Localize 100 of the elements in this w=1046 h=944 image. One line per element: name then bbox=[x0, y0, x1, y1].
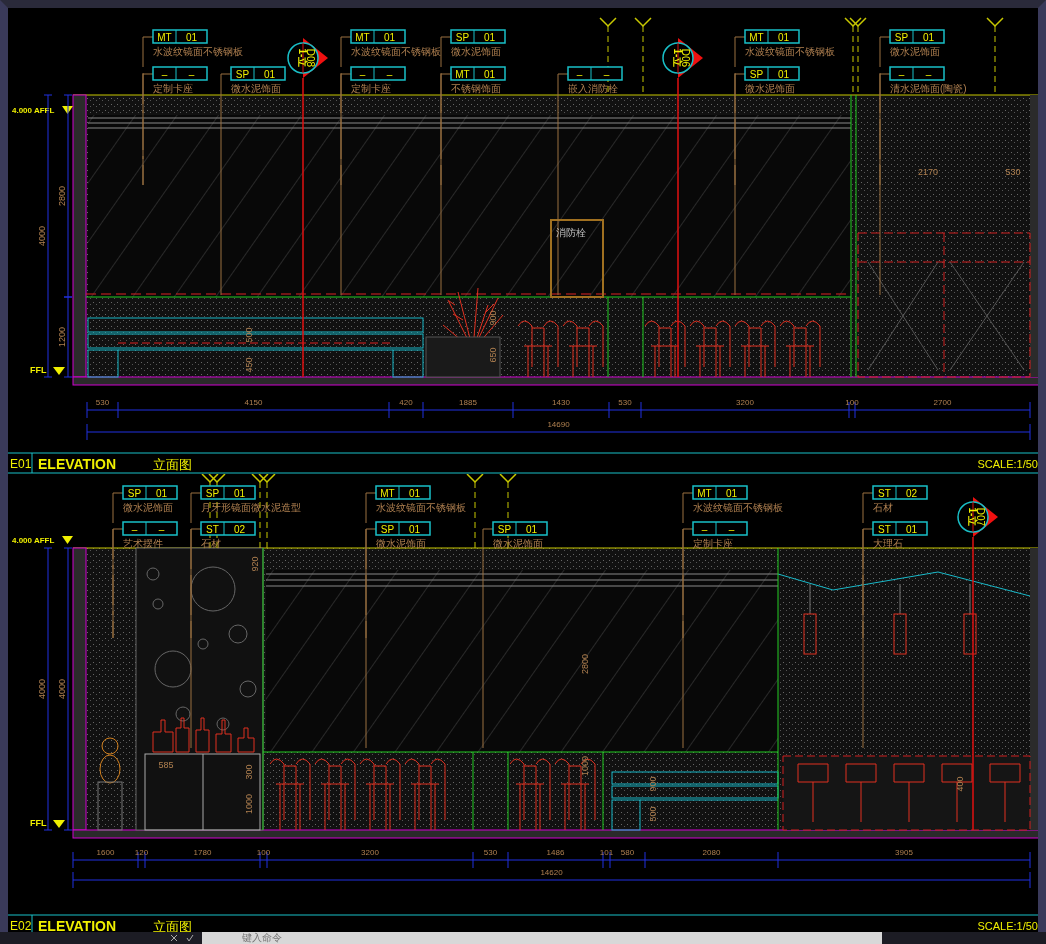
material-note: 微水泥饰面 bbox=[231, 83, 281, 94]
section-marker-label: 1-立 bbox=[297, 48, 308, 68]
material-number: – bbox=[728, 523, 735, 535]
material-code: MT bbox=[355, 31, 370, 43]
material-note: 定制卡座 bbox=[693, 538, 733, 549]
dimension-value: 1885 bbox=[459, 398, 477, 407]
dimension-value: 4000 bbox=[37, 226, 47, 246]
material-code: – bbox=[701, 523, 708, 535]
dimension-value: 900 bbox=[488, 310, 498, 326]
material-code: MT bbox=[749, 31, 764, 43]
dimension-value: 500 bbox=[648, 806, 658, 822]
dimension-value: 3200 bbox=[361, 848, 379, 857]
material-number: 01 bbox=[185, 31, 198, 43]
material-code: SP bbox=[749, 68, 764, 80]
section-marker-label: 1-立 bbox=[967, 507, 978, 527]
scale-label: SCALE:1/50 bbox=[977, 920, 1038, 932]
command-input-field[interactable]: 键入命令 bbox=[202, 932, 882, 944]
material-number: 01 bbox=[408, 523, 421, 535]
dimension-value: 1486 bbox=[546, 848, 565, 857]
level-label: 4.000 AFFL bbox=[12, 106, 55, 115]
material-code: ST bbox=[878, 487, 891, 499]
dimension-value: 14690 bbox=[547, 420, 570, 429]
dimension-value: 3200 bbox=[736, 398, 754, 407]
view-title-cn: 立面图 bbox=[153, 457, 192, 472]
material-code: SP bbox=[205, 487, 220, 499]
dimension-value: 2800 bbox=[57, 186, 67, 206]
dimension-value: 300 bbox=[244, 764, 254, 780]
dimension-value: 4000 bbox=[37, 679, 47, 699]
material-note: 月牙形镜面微水泥造型 bbox=[201, 502, 301, 513]
material-number: – bbox=[158, 523, 165, 535]
material-note: 水波纹镜面不锈钢板 bbox=[351, 46, 441, 57]
material-note: 定制卡座 bbox=[351, 83, 391, 94]
material-note: 不锈钢饰面 bbox=[451, 83, 501, 94]
dimension-value: 2170 bbox=[918, 167, 938, 177]
dimension-value: 1000 bbox=[244, 794, 254, 814]
dimension-value: 530 bbox=[1005, 167, 1021, 177]
material-code: MT bbox=[380, 487, 395, 499]
material-note: 定制卡座 bbox=[153, 83, 193, 94]
material-note: 微水泥饰面 bbox=[890, 46, 940, 57]
dimension-value: 420 bbox=[399, 398, 413, 407]
dimension-value: 3905 bbox=[895, 848, 913, 857]
material-code: SP bbox=[497, 523, 512, 535]
dimension-value: 100 bbox=[256, 848, 271, 857]
material-number: 01 bbox=[725, 487, 738, 499]
dimension-value: 2800 bbox=[580, 654, 590, 674]
dimension-value: 14620 bbox=[540, 868, 563, 877]
dimension-value: 920 bbox=[250, 556, 260, 572]
dimension-value: 2700 bbox=[933, 398, 952, 407]
material-note: 嵌入消防栓 bbox=[568, 83, 618, 94]
view-title-cn: 立面图 bbox=[153, 919, 192, 932]
material-code: – bbox=[576, 68, 583, 80]
material-number: 01 bbox=[155, 487, 168, 499]
dimension-value: 400 bbox=[955, 776, 965, 792]
dimension-value: 1000 bbox=[580, 756, 590, 776]
material-code: – bbox=[131, 523, 138, 535]
dimension-value: 1600 bbox=[96, 848, 115, 857]
material-note: 微水泥饰面 bbox=[451, 46, 501, 57]
material-code: – bbox=[161, 68, 168, 80]
level-label: FFL bbox=[30, 818, 47, 828]
material-number: 01 bbox=[483, 68, 496, 80]
dimension-value: 650 bbox=[488, 347, 498, 363]
dimension-value: 530 bbox=[618, 398, 632, 407]
material-number: 02 bbox=[905, 487, 918, 499]
dimension-value: 530 bbox=[483, 848, 498, 857]
material-number: 01 bbox=[777, 31, 790, 43]
material-number: 01 bbox=[233, 487, 246, 499]
material-number: – bbox=[188, 68, 195, 80]
dimension-value: 450 bbox=[244, 357, 254, 373]
material-number: 01 bbox=[408, 487, 421, 499]
material-code: MT bbox=[157, 31, 172, 43]
dimension-value: 100 bbox=[845, 398, 859, 407]
dimension-value: 585 bbox=[158, 760, 174, 770]
dimension-value: 1430 bbox=[552, 398, 570, 407]
material-note: 微水泥饰面 bbox=[376, 538, 426, 549]
material-code: SP bbox=[894, 31, 909, 43]
dimension-value: 580 bbox=[620, 848, 635, 857]
dimension-value: 530 bbox=[95, 398, 110, 407]
dimension-value: 500 bbox=[244, 327, 254, 343]
material-code: SP bbox=[380, 523, 395, 535]
material-note: 清水泥饰面(陶瓷) bbox=[890, 83, 967, 94]
material-number: 02 bbox=[233, 523, 246, 535]
material-note: 水波纹镜面不锈钢板 bbox=[153, 46, 243, 57]
material-code: ST bbox=[878, 523, 891, 535]
level-label: 4.000 AFFL bbox=[12, 536, 55, 545]
material-note: 微水泥饰面 bbox=[123, 502, 173, 513]
material-number: 01 bbox=[483, 31, 496, 43]
dimension-value: 101 bbox=[599, 848, 614, 857]
material-code: – bbox=[359, 68, 366, 80]
section-marker-label: 1-立 bbox=[672, 48, 683, 68]
material-note: 大理石 bbox=[873, 538, 903, 549]
material-code: SP bbox=[235, 68, 250, 80]
material-note: 水波纹镜面不锈钢板 bbox=[376, 502, 466, 513]
material-number: – bbox=[603, 68, 610, 80]
material-note: 石材 bbox=[201, 538, 221, 549]
material-note: 微水泥饰面 bbox=[493, 538, 543, 549]
material-note: 水波纹镜面不锈钢板 bbox=[745, 46, 835, 57]
scale-label: SCALE:1/50 bbox=[977, 458, 1038, 470]
material-number: 01 bbox=[922, 31, 935, 43]
material-code: SP bbox=[455, 31, 470, 43]
dimension-value: 1200 bbox=[57, 327, 67, 347]
